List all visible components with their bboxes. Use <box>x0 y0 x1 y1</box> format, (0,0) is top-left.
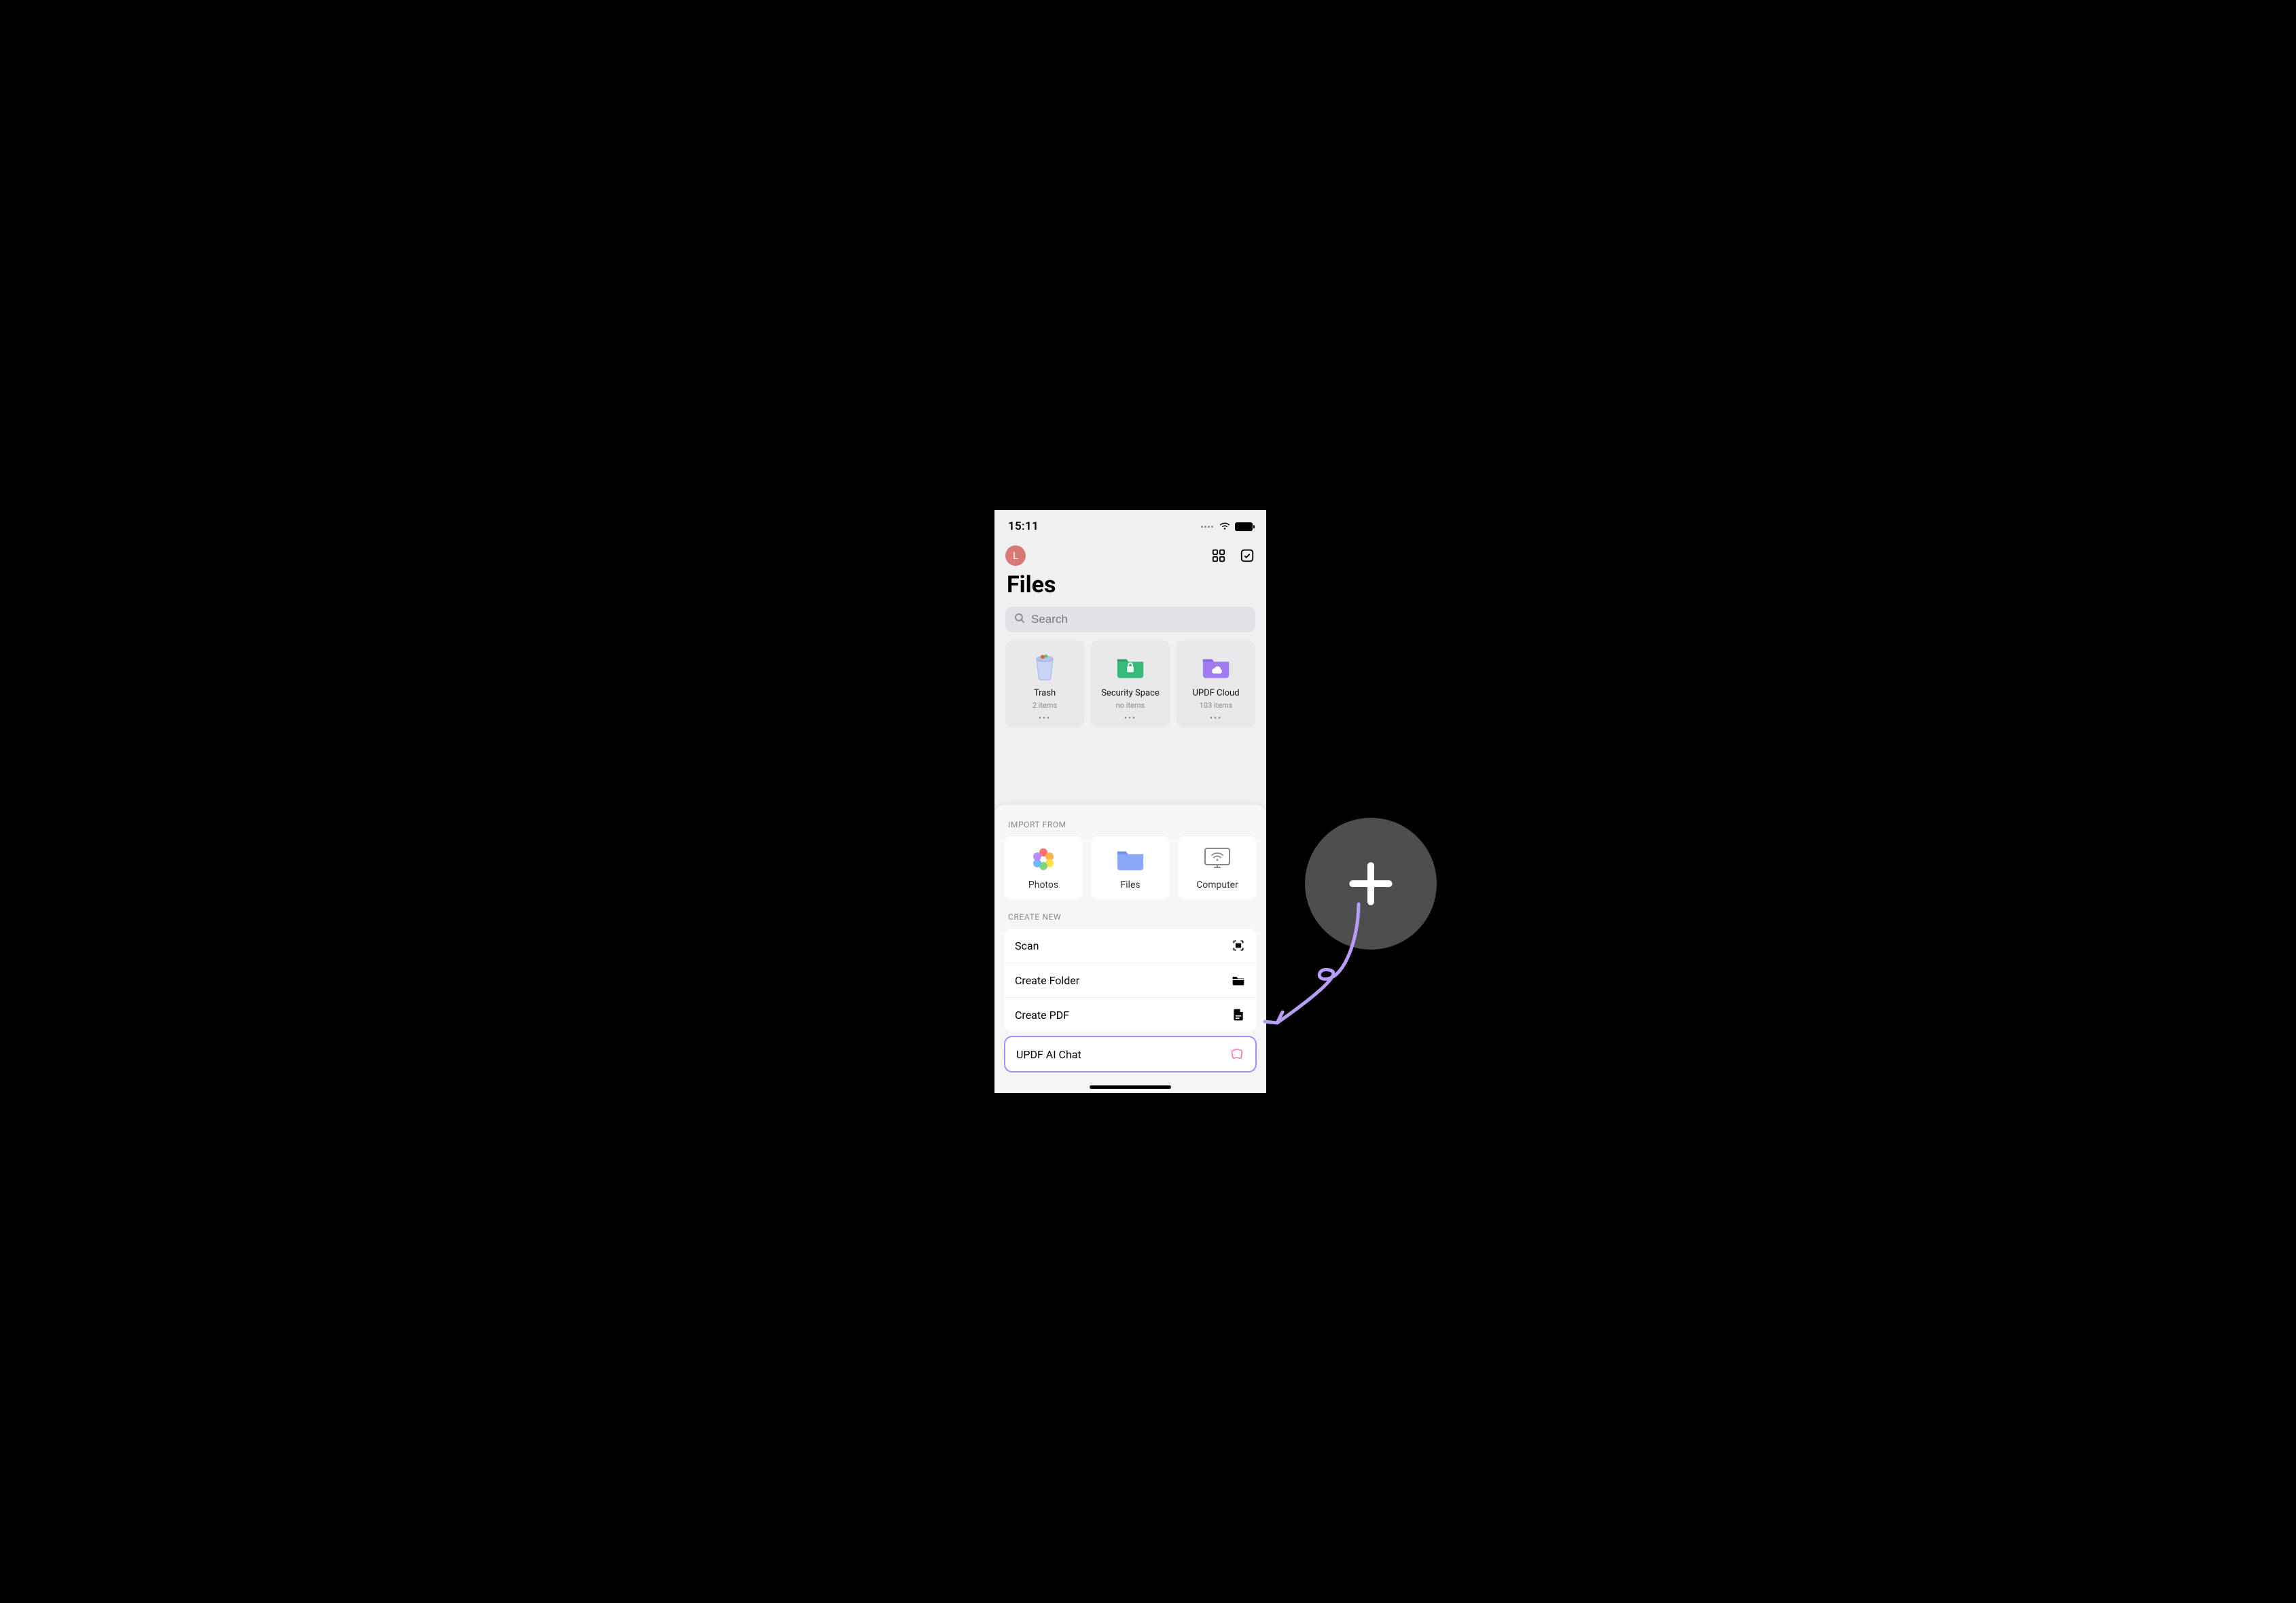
add-button[interactable] <box>1303 816 1439 952</box>
row-label: Create PDF <box>1015 1009 1069 1022</box>
import-label: Files <box>1120 880 1140 890</box>
row-label: Create Folder <box>1015 974 1079 987</box>
status-time: 15:11 <box>1008 520 1039 533</box>
import-row: Photos Files <box>1004 836 1257 899</box>
create-section-label: CREATE NEW <box>1004 908 1257 929</box>
files-folder-icon <box>1115 846 1145 873</box>
cellular-dots-icon <box>1201 526 1213 528</box>
folder-subtitle: 2 items <box>1033 701 1057 710</box>
select-button[interactable] <box>1239 547 1255 564</box>
import-photos-button[interactable]: Photos <box>1004 836 1083 899</box>
scan-icon <box>1231 938 1246 953</box>
trash-icon <box>1029 653 1060 680</box>
folder-more-button[interactable]: ••• <box>1210 714 1222 722</box>
ai-chat-button[interactable]: UPDF AI Chat <box>1004 1036 1257 1073</box>
page-title: Files <box>994 569 1266 604</box>
grid-view-button[interactable] <box>1210 547 1227 564</box>
import-label: Computer <box>1196 880 1238 890</box>
cloud-folder-icon <box>1200 653 1232 680</box>
lock-folder-icon <box>1115 653 1146 680</box>
scan-button[interactable]: Scan <box>1004 929 1257 962</box>
avatar[interactable]: L <box>1005 545 1026 566</box>
import-computer-button[interactable]: Computer <box>1178 836 1257 899</box>
wifi-icon <box>1219 520 1231 533</box>
status-indicators <box>1201 520 1253 533</box>
battery-icon <box>1235 522 1253 531</box>
folder-subtitle: no items <box>1116 701 1145 710</box>
header: L <box>994 540 1266 569</box>
create-pdf-button[interactable]: Create PDF <box>1004 997 1257 1032</box>
import-section-label: IMPORT FROM <box>1004 816 1257 836</box>
home-indicator[interactable] <box>1090 1085 1171 1089</box>
phone-screen: 15:11 L <box>994 510 1266 1093</box>
updf-cloud-card[interactable]: UPDF Cloud 103 items ••• <box>1177 641 1255 727</box>
folder-more-button[interactable]: ••• <box>1039 714 1051 722</box>
security-space-card[interactable]: Security Space no items ••• <box>1091 641 1170 727</box>
folder-title: Security Space <box>1101 688 1160 698</box>
import-label: Photos <box>1028 880 1058 890</box>
row-label: Scan <box>1015 939 1039 952</box>
action-sheet: IMPORT FROM Photos <box>994 805 1266 1093</box>
row-label: UPDF AI Chat <box>1016 1048 1081 1061</box>
ai-chat-icon <box>1230 1047 1244 1062</box>
folder-title: UPDF Cloud <box>1192 688 1239 698</box>
folder-title: Trash <box>1034 688 1056 698</box>
search-icon <box>1014 612 1026 627</box>
folder-more-button[interactable]: ••• <box>1124 714 1136 722</box>
pdf-file-icon <box>1231 1007 1246 1022</box>
search-input[interactable] <box>1031 613 1247 626</box>
plus-icon <box>1344 857 1398 911</box>
search-bar[interactable] <box>1005 607 1255 632</box>
folders-row: Trash 2 items ••• Security Space no item… <box>994 641 1266 737</box>
computer-icon <box>1202 846 1232 873</box>
trash-folder-card[interactable]: Trash 2 items ••• <box>1005 641 1084 727</box>
status-bar: 15:11 <box>994 510 1266 540</box>
create-list: Scan Create Folder Create PDF <box>1004 929 1257 1032</box>
create-folder-button[interactable]: Create Folder <box>1004 962 1257 997</box>
folder-icon <box>1231 973 1246 988</box>
folder-subtitle: 103 items <box>1200 701 1233 710</box>
photos-icon <box>1028 846 1058 873</box>
import-files-button[interactable]: Files <box>1091 836 1170 899</box>
